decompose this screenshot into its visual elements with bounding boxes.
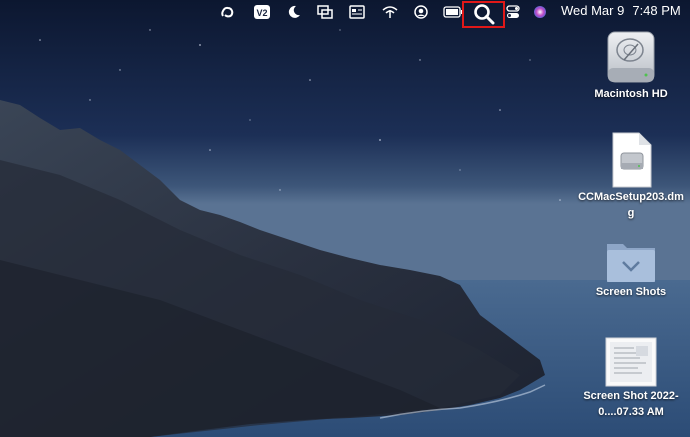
menu-bar: V2 Wed Mar 9 7:48 PM <box>0 0 690 28</box>
hard-drive-icon <box>604 30 658 86</box>
desktop-item-label: Screen Shots <box>595 286 667 298</box>
desktop-item-screenshot-file[interactable]: Screen Shot 2022-0....07.33 AM <box>576 336 686 420</box>
screenshot-thumbnail-icon <box>604 336 658 388</box>
vpn-icon[interactable]: V2 <box>252 2 272 21</box>
desktop-item-label: Screen Shot 2022-0....07.33 AM <box>583 390 679 418</box>
desktop-item-ccmacsetup-dmg[interactable]: CCMacSetup203.dmg <box>576 131 686 221</box>
menubar-clock[interactable]: Wed Mar 9 7:48 PM <box>561 3 689 18</box>
folder-icon <box>605 240 657 284</box>
desktop-item-label: Macintosh HD <box>594 88 668 100</box>
spotlight-highlight-box <box>462 1 505 28</box>
desktop: V2 Wed Mar 9 7:48 PM Macintosh HD CCMacS… <box>0 0 690 437</box>
desktop-item-screen-shots-folder[interactable]: Screen Shots <box>576 240 686 300</box>
desktop-item-label: CCMacSetup203.dmg <box>578 191 684 219</box>
wifi-icon[interactable] <box>381 2 399 21</box>
control-center-icon[interactable] <box>505 2 521 21</box>
menu-app-icon[interactable] <box>348 2 366 21</box>
screen-mirror-icon[interactable] <box>316 2 334 21</box>
focus-moon-icon[interactable] <box>285 2 303 21</box>
siri-icon[interactable] <box>532 2 548 21</box>
menubar-date: Wed Mar 9 <box>561 3 625 18</box>
creative-cloud-icon[interactable] <box>219 2 237 21</box>
svg-text:V2: V2 <box>256 8 267 18</box>
dmg-file-icon <box>609 131 653 189</box>
user-icon[interactable] <box>412 2 430 21</box>
desktop-item-macintosh-hd[interactable]: Macintosh HD <box>576 30 686 102</box>
battery-icon[interactable] <box>443 2 463 21</box>
menubar-time: 7:48 PM <box>632 3 681 18</box>
